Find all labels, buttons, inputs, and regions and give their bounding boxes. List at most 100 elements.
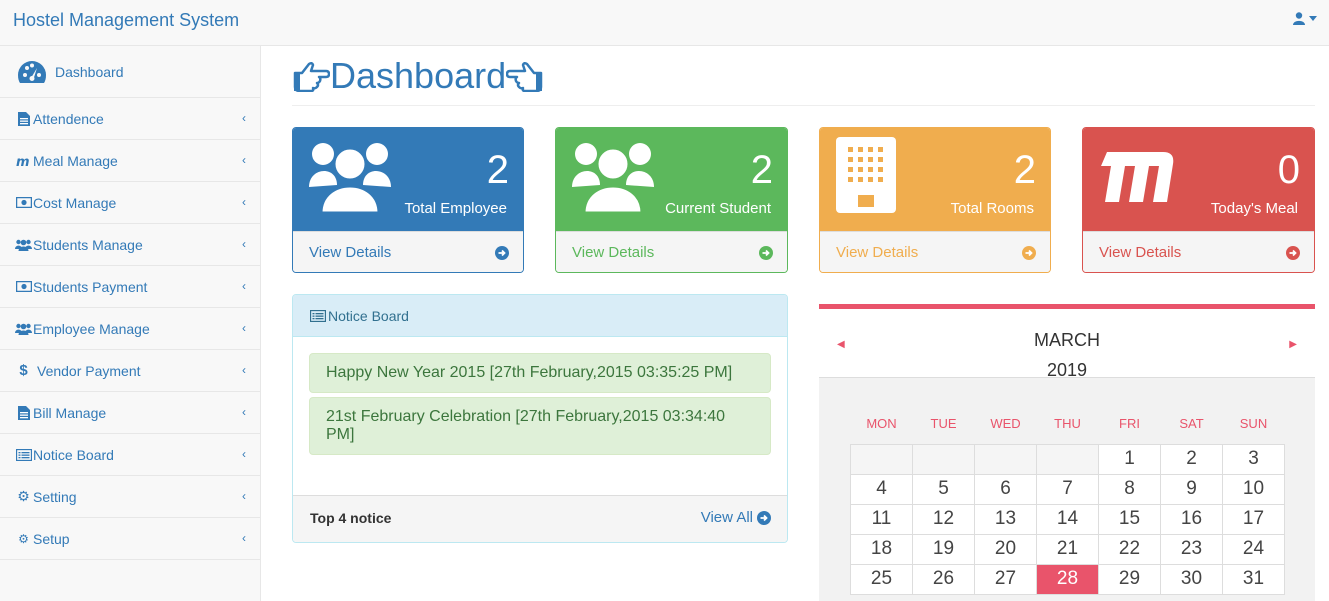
- view-details-link[interactable]: View Details: [1083, 231, 1314, 272]
- sidebar-item-label: Vendor Payment: [37, 362, 141, 379]
- calendar-day[interactable]: 27: [974, 563, 1037, 595]
- calendar-weekday-row: MON TUE WED THU FRI SAT SUN: [851, 412, 1285, 444]
- chevron-left-icon: ‹: [242, 531, 246, 545]
- view-details-label: View Details: [309, 244, 392, 261]
- calendar-day-today[interactable]: 28: [1036, 563, 1099, 595]
- weekday-label: WED: [990, 416, 1021, 431]
- sidebar-item-setup[interactable]: ⚙ Setup ‹: [0, 518, 260, 560]
- calendar-day[interactable]: 29: [1098, 563, 1161, 595]
- calendar-day[interactable]: 21: [1036, 533, 1099, 565]
- calendar-day[interactable]: 8: [1098, 473, 1161, 505]
- calendar-day[interactable]: 13: [974, 503, 1037, 535]
- calendar-day[interactable]: 19: [912, 533, 975, 565]
- sidebar-item-attendence[interactable]: Attendence ‹: [0, 98, 260, 140]
- weekday-label: MON: [866, 416, 897, 431]
- calendar-day[interactable]: 2: [1160, 443, 1223, 475]
- top-navbar: Hostel Management System: [0, 0, 1329, 46]
- view-all-label: View All: [700, 509, 753, 526]
- calendar-day[interactable]: 18: [850, 533, 913, 565]
- gears-icon: ⚙: [18, 531, 29, 546]
- calendar-day[interactable]: 26: [912, 563, 975, 595]
- sidebar-item-students-manage[interactable]: Students Manage ‹: [0, 224, 260, 266]
- stat-panel-todays-meal: 0 Today's Meal View Details: [1082, 127, 1315, 273]
- stat-count: 2: [750, 148, 773, 192]
- calendar-day[interactable]: 12: [912, 503, 975, 535]
- view-all-link[interactable]: View All: [701, 509, 771, 526]
- stat-panel-heading: 2 Total Employee: [293, 128, 523, 231]
- calendar-day[interactable]: 1: [1098, 443, 1161, 475]
- sidebar: Dashboard Attendence ‹ m Meal Manage ‹ C…: [0, 46, 261, 601]
- calendar-week-row: 18 19 20 21 22 23 24: [850, 533, 1285, 565]
- view-details-link[interactable]: View Details: [820, 231, 1050, 272]
- chevron-left-icon: ‹: [242, 237, 246, 251]
- calendar-day[interactable]: 5: [912, 473, 975, 505]
- users-icon: [309, 143, 391, 213]
- calendar-day[interactable]: 9: [1160, 473, 1223, 505]
- users-icon: [572, 143, 654, 213]
- sidebar-item-vendor-payment[interactable]: $ Vendor Payment ‹: [0, 350, 260, 392]
- money-icon: [15, 281, 32, 292]
- calendar-day[interactable]: 17: [1222, 503, 1285, 535]
- sidebar-item-employee-manage[interactable]: Employee Manage ‹: [0, 308, 260, 350]
- chevron-left-icon: ‹: [242, 447, 246, 461]
- sidebar-item-notice-board[interactable]: Notice Board ‹: [0, 434, 260, 476]
- calendar-week-row: 4 5 6 7 8 9 10: [850, 473, 1285, 505]
- chevron-left-icon: ‹: [242, 489, 246, 503]
- stat-panel-heading: 2 Current Student: [556, 128, 787, 231]
- chevron-left-icon: ‹: [242, 153, 246, 167]
- view-details-label: View Details: [1099, 244, 1182, 261]
- sidebar-item-bill-manage[interactable]: Bill Manage ‹: [0, 392, 260, 434]
- calendar-day[interactable]: 7: [1036, 473, 1099, 505]
- calendar-day[interactable]: 3: [1222, 443, 1285, 475]
- calendar-next-button[interactable]: ▶: [1289, 339, 1297, 350]
- calendar-day[interactable]: 11: [850, 503, 913, 535]
- circle-arrow-right-icon: [1022, 246, 1036, 260]
- sidebar-item-label: Bill Manage: [33, 404, 107, 421]
- app-brand[interactable]: Hostel Management System: [13, 10, 239, 31]
- meal-icon: m: [15, 155, 32, 167]
- stat-panel-current-student: 2 Current Student View Details: [555, 127, 788, 273]
- notice-board-heading: Notice Board: [293, 295, 787, 337]
- notice-list: Happy New Year 2015 [27th February,2015 …: [293, 337, 787, 495]
- calendar-day[interactable]: 14: [1036, 503, 1099, 535]
- calendar-day[interactable]: 23: [1160, 533, 1223, 565]
- sidebar-item-meal-manage[interactable]: m Meal Manage ‹: [0, 140, 260, 182]
- view-details-label: View Details: [572, 244, 655, 261]
- sidebar-item-label: Students Manage: [33, 236, 143, 253]
- view-details-link[interactable]: View Details: [293, 231, 523, 272]
- notice-item[interactable]: Happy New Year 2015 [27th February,2015 …: [309, 353, 771, 393]
- calendar-days: 1 2 3 4 5 6 7 8 9 10 11 12 13 14 15 16 17 18 19 20 21 22 23 24 2…: [850, 443, 1285, 595]
- calendar-week-row: 25 26 27 28 29 30 31: [850, 563, 1285, 595]
- view-details-label: View Details: [836, 244, 919, 261]
- calendar-week-row: 123: [850, 443, 1285, 475]
- calendar-day[interactable]: 24: [1222, 533, 1285, 565]
- calendar-day[interactable]: 30: [1160, 563, 1223, 595]
- sidebar-item-setting[interactable]: ⚙ Setting ‹: [0, 476, 260, 518]
- view-details-link[interactable]: View Details: [556, 231, 787, 272]
- user-menu[interactable]: [1293, 12, 1317, 25]
- calendar-day[interactable]: 31: [1222, 563, 1285, 595]
- notice-item[interactable]: 21st February Celebration [27th February…: [309, 397, 771, 455]
- calendar-day[interactable]: 15: [1098, 503, 1161, 535]
- caret-down-icon: [1309, 16, 1317, 21]
- calendar-day[interactable]: 20: [974, 533, 1037, 565]
- calendar-day[interactable]: 4: [850, 473, 913, 505]
- sidebar-item-label: Setting: [33, 488, 77, 505]
- sidebar-item-cost-manage[interactable]: Cost Manage ‹: [0, 182, 260, 224]
- calendar-day[interactable]: 22: [1098, 533, 1161, 565]
- sidebar-item-dashboard[interactable]: Dashboard: [0, 46, 260, 98]
- notice-board-title: Notice Board: [328, 307, 409, 324]
- gear-icon: ⚙: [17, 488, 30, 504]
- stat-label: Today's Meal: [1210, 200, 1298, 217]
- stat-panel-heading: 2 Total Rooms: [820, 128, 1050, 231]
- stat-label: Total Rooms: [950, 200, 1034, 217]
- sidebar-item-students-payment[interactable]: Students Payment ‹: [0, 266, 260, 308]
- calendar-day[interactable]: 25: [850, 563, 913, 595]
- calendar-day[interactable]: 16: [1160, 503, 1223, 535]
- calendar-day[interactable]: 6: [974, 473, 1037, 505]
- sidebar-item-label: Employee Manage: [33, 320, 150, 337]
- calendar-day[interactable]: 10: [1222, 473, 1285, 505]
- stat-panel-heading: 0 Today's Meal: [1083, 128, 1314, 231]
- circle-arrow-right-icon: [495, 246, 509, 260]
- chevron-left-icon: ‹: [242, 279, 246, 293]
